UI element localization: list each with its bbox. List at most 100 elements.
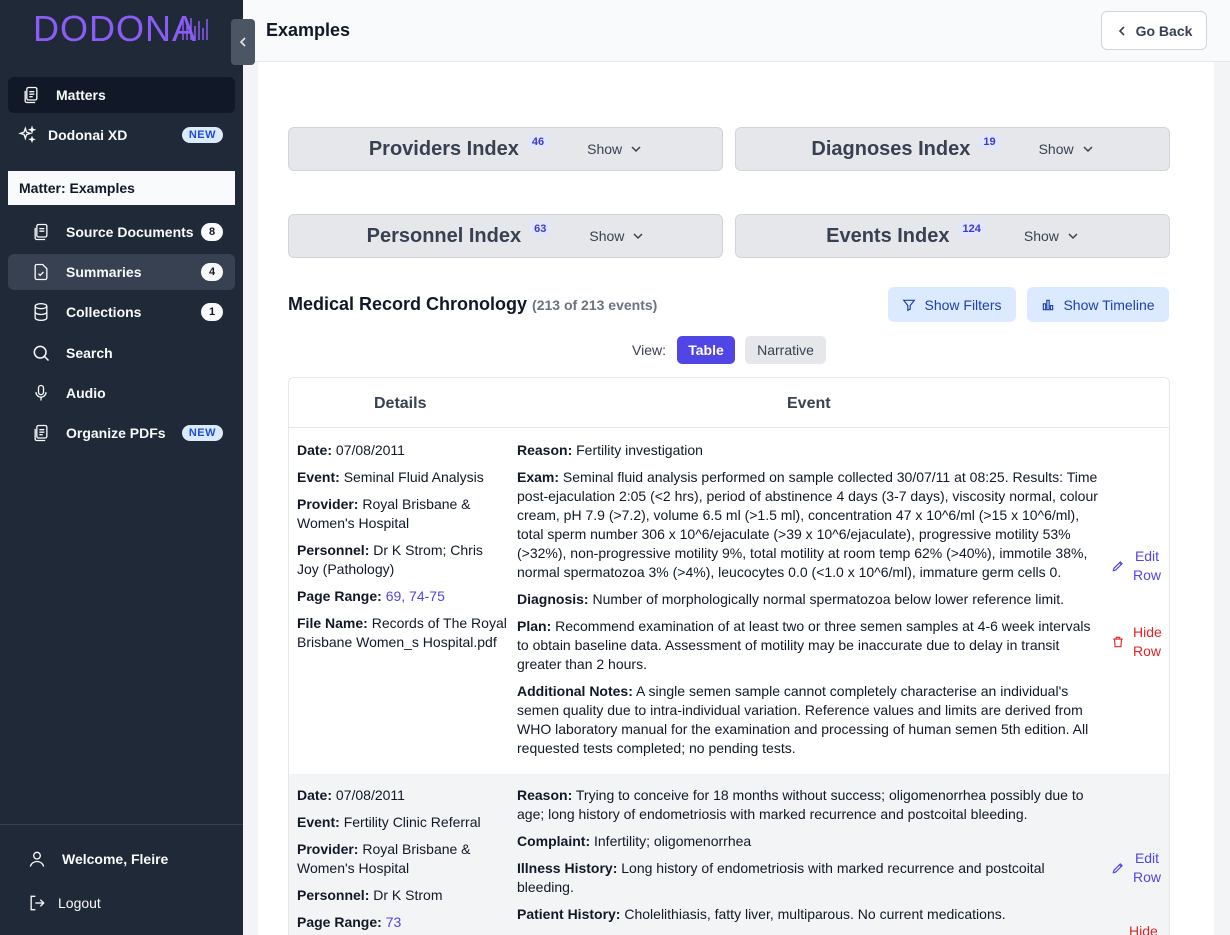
field-label: Personnel: <box>297 542 370 558</box>
event-cell: Reason: Fertility investigation Exam: Se… <box>517 441 1102 766</box>
patient-history-value: Cholelithiasis, fatty liver, multiparous… <box>624 906 1006 922</box>
page-range-link[interactable]: 73 <box>386 914 402 930</box>
edit-row-button[interactable]: Edit Row <box>1111 849 1163 887</box>
hide-row-label: Hide <box>1129 923 1158 935</box>
logo-waveform-icon <box>182 18 208 40</box>
main-content: Providers Index 46 Show Diagnoses Index … <box>258 62 1214 935</box>
show-label: Show <box>589 228 625 244</box>
show-filters-label: Show Filters <box>924 296 1002 313</box>
microphone-icon <box>30 382 52 404</box>
view-narrative-button[interactable]: Narrative <box>745 336 826 364</box>
sidebar-item-label: Search <box>66 345 113 361</box>
app-logo[interactable]: DODONA <box>33 8 197 50</box>
show-label: Show <box>587 141 623 157</box>
field-label: Event: <box>297 814 340 830</box>
index-show-toggle[interactable]: Show <box>1024 228 1079 244</box>
field-label: Provider: <box>297 496 359 512</box>
field-label: Complaint: <box>517 833 591 849</box>
sidebar-item-organize-pdfs[interactable]: Organize PDFs NEW <box>8 415 235 451</box>
pencil-icon <box>1112 561 1123 572</box>
view-label: View: <box>632 342 666 358</box>
sidebar-item-label: Source Documents <box>66 224 194 240</box>
field-label: Personnel: <box>297 887 370 903</box>
sidebar: DODONA Matters Dodonai XD NEW Matter: Ex… <box>0 0 243 935</box>
new-badge: NEW <box>181 127 223 143</box>
edit-row-button[interactable]: Edit Row <box>1111 547 1163 585</box>
field-label: Event: <box>297 469 340 485</box>
date-value: 07/08/2011 <box>335 442 405 458</box>
chevron-down-icon <box>631 146 641 153</box>
personnel-index-card[interactable]: Personnel Index 63 Show <box>288 214 723 258</box>
show-label: Show <box>1038 141 1074 157</box>
new-badge: NEW <box>181 425 223 441</box>
sidebar-item-search[interactable]: Search <box>8 335 235 371</box>
sidebar-item-dodonai-xd[interactable]: Dodonai XD NEW <box>8 117 235 153</box>
sidebar-item-label: Dodonai XD <box>48 127 128 143</box>
logout-button[interactable]: Logout <box>8 885 235 921</box>
field-label: Exam: <box>517 469 560 485</box>
field-label: Provider: <box>297 841 359 857</box>
database-icon <box>30 301 52 323</box>
documents-icon <box>30 221 52 243</box>
sidebar-item-matters[interactable]: Matters <box>8 77 235 113</box>
show-timeline-button[interactable]: Show Timeline <box>1027 287 1169 322</box>
field-label: Page Range: <box>297 588 382 604</box>
chronology-heading: Medical Record Chronology (213 of 213 ev… <box>288 294 657 315</box>
exam-value: Seminal fluid analysis performed on samp… <box>517 469 1098 580</box>
sparkles-icon <box>16 124 38 146</box>
plan-value: Recommend examination of at least two or… <box>517 618 1091 672</box>
user-profile-link[interactable]: Welcome, Fleire <box>8 841 235 877</box>
current-matter-label: Matter: Examples <box>8 171 235 205</box>
count-badge: 4 <box>201 263 223 281</box>
field-label: Page Range: <box>297 914 382 930</box>
chronology-title: Medical Record Chronology <box>288 294 528 314</box>
page-range-link[interactable]: 69, 74-75 <box>386 588 445 604</box>
sidebar-item-label: Matters <box>56 87 106 103</box>
event-value: Seminal Fluid Analysis <box>343 469 484 485</box>
page-header: Examples Go Back <box>243 0 1230 62</box>
edit-row-label: Edit Row <box>1133 548 1162 583</box>
index-show-toggle[interactable]: Show <box>587 141 642 157</box>
count-badge: 1 <box>201 303 223 321</box>
table-row: Date: 07/08/2011 Event: Seminal Fluid An… <box>289 429 1169 774</box>
sidebar-item-source-documents[interactable]: Source Documents 8 <box>8 214 235 250</box>
index-show-toggle[interactable]: Show <box>589 228 644 244</box>
providers-index-card[interactable]: Providers Index 46 Show <box>288 127 723 171</box>
chevron-down-icon <box>1083 146 1093 153</box>
show-filters-button[interactable]: Show Filters <box>888 287 1016 322</box>
sidebar-item-audio[interactable]: Audio <box>8 375 235 411</box>
hide-row-button[interactable]: Hide Row <box>1111 623 1163 661</box>
sidebar-item-label: Organize PDFs <box>66 425 166 441</box>
welcome-text: Welcome, Fleire <box>62 851 169 867</box>
sidebar-item-summaries[interactable]: Summaries 4 <box>8 254 235 290</box>
index-count: 46 <box>526 135 550 149</box>
pencil-icon <box>1112 863 1123 874</box>
index-title: Diagnoses Index <box>811 137 971 160</box>
diagnoses-index-card[interactable]: Diagnoses Index 19 Show <box>735 127 1170 171</box>
collapse-sidebar-button[interactable] <box>231 19 255 65</box>
event-value: Fertility Clinic Referral <box>343 814 481 830</box>
details-cell: Date: 07/08/2011 Event: Fertility Clinic… <box>297 786 507 935</box>
hide-row-button[interactable]: Hide <box>1129 922 1163 935</box>
column-header-event: Event <box>787 395 831 412</box>
field-label: Date: <box>297 442 333 458</box>
show-label: Show <box>1023 228 1059 244</box>
index-show-toggle[interactable]: Show <box>1039 141 1094 157</box>
filter-icon <box>903 299 916 311</box>
date-value: 07/08/2011 <box>335 787 405 803</box>
chronology-count: (213 of 213 events) <box>532 297 658 313</box>
view-table-button[interactable]: Table <box>677 336 735 364</box>
personnel-value: Dr K Strom <box>373 887 443 903</box>
table-row: Date: 07/08/2011 Event: Fertility Clinic… <box>289 774 1169 935</box>
index-count: 63 <box>529 222 552 236</box>
events-index-card[interactable]: Events Index 124 Show <box>735 214 1170 258</box>
logout-icon <box>26 892 48 914</box>
index-title: Events Index <box>826 224 950 247</box>
sidebar-item-collections[interactable]: Collections 1 <box>8 294 235 330</box>
details-cell: Date: 07/08/2011 Event: Seminal Fluid An… <box>297 441 507 660</box>
go-back-button[interactable]: Go Back <box>1101 11 1207 50</box>
field-label: Reason: <box>517 787 573 803</box>
field-label: Illness History: <box>517 860 618 876</box>
diagnosis-value: Number of morphologically normal spermat… <box>592 591 1064 607</box>
field-label: Additional Notes: <box>517 683 633 699</box>
